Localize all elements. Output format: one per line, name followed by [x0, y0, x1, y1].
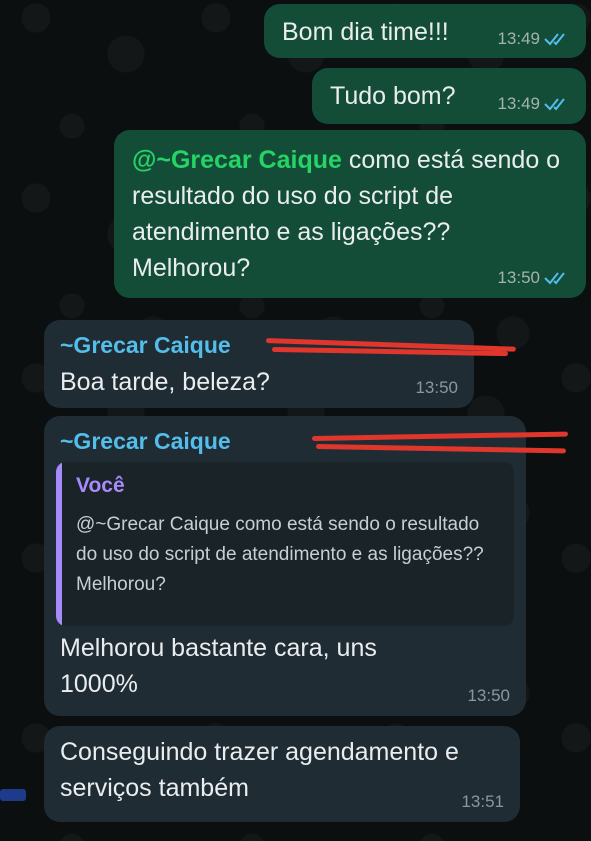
message-text: @~Grecar Caique como está sendo o result… — [132, 142, 572, 286]
message-time: 13:51 — [461, 792, 504, 811]
message-meta: 13:50 — [497, 268, 570, 288]
outgoing-message[interactable]: @~Grecar Caique como está sendo o result… — [114, 130, 586, 298]
message-text: Boa tarde, beleza? — [60, 368, 270, 396]
double-check-icon — [544, 272, 565, 285]
message-meta: 13:50 — [415, 378, 458, 398]
double-check-icon — [544, 98, 565, 111]
corner-badge — [0, 789, 26, 801]
quote-accent-bar — [56, 462, 62, 626]
message-text: Tudo bom? — [330, 82, 456, 110]
message-time: 13:50 — [497, 268, 540, 287]
mention-link[interactable]: @~Grecar Caique — [132, 146, 342, 174]
sender-name[interactable]: ~Grecar Caique — [60, 428, 231, 455]
message-meta: 13:50 — [467, 686, 510, 706]
quote-text: @~Grecar Caique como está sendo o result… — [76, 514, 484, 595]
message-time: 13:49 — [497, 29, 540, 48]
quoted-message[interactable]: Você @~Grecar Caique como está sendo o r… — [56, 462, 514, 626]
double-check-icon — [544, 33, 565, 46]
message-meta: 13:51 — [461, 792, 504, 812]
message-time: 13:50 — [467, 686, 510, 705]
message-text: Bom dia time!!! — [282, 18, 449, 46]
incoming-message[interactable]: Conseguindo trazer agendamento e serviço… — [44, 726, 520, 822]
message-time: 13:49 — [497, 94, 540, 113]
message-time: 13:50 — [415, 378, 458, 397]
quote-author: Você — [76, 474, 125, 497]
message-text: Conseguindo trazer agendamento e serviço… — [60, 738, 459, 802]
incoming-message[interactable]: ~Grecar Caique Boa tarde, beleza? 13:50 — [44, 320, 516, 408]
incoming-message[interactable]: ~Grecar Caique Você @~Grecar Caique como… — [44, 416, 569, 716]
message-text: Melhorou bastante cara, uns 1000% — [60, 634, 377, 698]
outgoing-message[interactable]: Bom dia time!!! 13:49 — [264, 4, 586, 58]
outgoing-message[interactable]: Tudo bom? 13:49 — [312, 68, 586, 124]
message-meta: 13:49 — [497, 29, 570, 49]
message-meta: 13:49 — [497, 94, 570, 114]
sender-name[interactable]: ~Grecar Caique — [60, 332, 231, 359]
